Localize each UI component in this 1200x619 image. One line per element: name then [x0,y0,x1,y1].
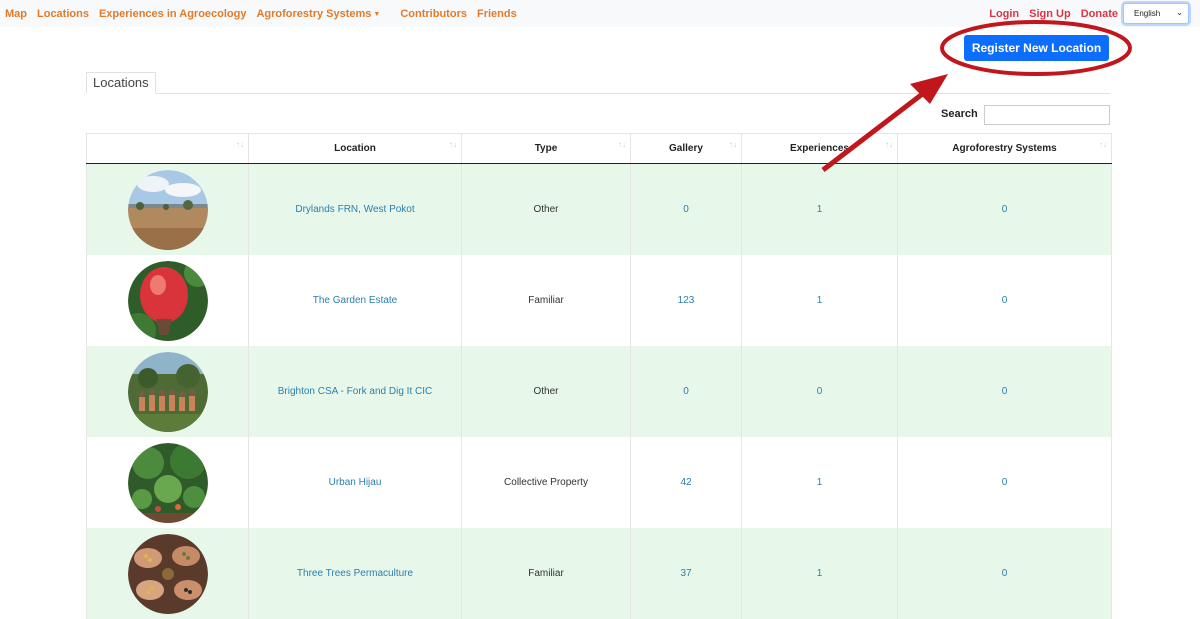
search-input[interactable] [984,105,1110,125]
experiences-cell: 1 [741,528,898,619]
nav-friends[interactable]: Friends [477,8,517,20]
chevron-down-icon: ⌄ [1176,8,1183,17]
systems-link[interactable]: 0 [1002,568,1008,579]
column-header-type[interactable]: Type ↑↓ [461,133,631,164]
tab-locations[interactable]: Locations [86,72,156,94]
systems-link[interactable]: 0 [1002,204,1008,215]
gallery-link[interactable]: 37 [680,568,691,579]
column-header-gallery[interactable]: Gallery ↑↓ [630,133,742,164]
location-link[interactable]: Brighton CSA - Fork and Dig It CIC [278,386,433,397]
nav-agroforestry-label: Agroforestry Systems [256,8,372,20]
nav-experiences[interactable]: Experiences in Agroecology [99,8,247,20]
column-header-agroforestry-systems[interactable]: Agroforestry Systems ↑↓ [897,133,1112,164]
column-header-experiences[interactable]: Experiences ↑↓ [741,133,898,164]
image-cell [86,346,249,437]
nav-contributors[interactable]: Contributors [400,8,467,20]
gallery-cell: 37 [630,528,742,619]
systems-link[interactable]: 0 [1002,386,1008,397]
table-row: Three Trees Permaculture Familiar 37 1 0 [86,528,1112,619]
nav-links: Map Locations Experiences in Agroecology Ag… [5,8,527,20]
location-cell: Drylands FRN, West Pokot [248,163,462,255]
search-label: Search [941,108,978,120]
type-cell: Collective Property [461,437,631,528]
systems-cell: 0 [897,163,1112,255]
login-link[interactable]: Login [989,8,1019,20]
table-row: Urban Hijau Collective Property 42 1 0 [86,437,1112,528]
systems-cell: 0 [897,528,1112,619]
gallery-link[interactable]: 0 [683,386,689,397]
signup-link[interactable]: Sign Up [1029,8,1071,20]
column-header-location[interactable]: Location ↑↓ [248,133,462,164]
location-cell: Urban Hijau [248,437,462,528]
gallery-link[interactable]: 0 [683,204,689,215]
sort-icon: ↑↓ [236,140,244,149]
language-select[interactable]: English ⌄ [1123,3,1189,24]
image-cell [86,528,249,619]
gallery-link[interactable]: 123 [678,295,695,306]
nav-map[interactable]: Map [5,8,27,20]
location-thumbnail-group-photo[interactable] [127,351,208,432]
table-row: The Garden Estate Familiar 123 1 0 [86,255,1112,346]
location-thumbnail-hands-seeds[interactable] [127,533,208,614]
location-thumbnail-dry-landscape[interactable] [127,169,208,250]
sort-icon: ↑↓ [618,140,626,149]
type-cell: Familiar [461,528,631,619]
location-link[interactable]: Urban Hijau [329,477,382,488]
location-link[interactable]: Three Trees Permaculture [297,568,413,579]
location-thumbnail-red-fruit[interactable] [127,260,208,341]
nav-auth-links: Login Sign Up Donate [979,8,1118,20]
table-row: Drylands FRN, West Pokot Other 0 1 0 [86,163,1112,255]
experiences-link[interactable]: 0 [817,386,823,397]
gallery-cell: 0 [630,346,742,437]
experiences-link[interactable]: 1 [817,568,823,579]
experiences-cell: 1 [741,163,898,255]
gallery-cell: 42 [630,437,742,528]
experiences-link[interactable]: 1 [817,295,823,306]
experiences-link[interactable]: 1 [817,204,823,215]
nav-locations[interactable]: Locations [37,8,89,20]
language-value: English [1134,9,1161,18]
systems-cell: 0 [897,437,1112,528]
location-thumbnail-garden[interactable] [127,442,208,523]
experiences-cell: 0 [741,346,898,437]
table-row: Brighton CSA - Fork and Dig It CIC Other… [86,346,1112,437]
nav-agroforestry-dropdown[interactable]: Agroforestry Systems ▼ [256,8,390,20]
navbar: Map Locations Experiences in Agroecology Ag… [0,0,1200,27]
location-link[interactable]: The Garden Estate [313,295,398,306]
type-cell: Other [461,346,631,437]
location-cell: The Garden Estate [248,255,462,346]
register-new-location-button[interactable]: Register New Location [964,35,1109,61]
image-cell [86,163,249,255]
systems-cell: 0 [897,346,1112,437]
table-header: ↑↓ Location ↑↓ Type ↑↓ Gallery ↑↓ Experienc… [86,133,1112,164]
experiences-link[interactable]: 1 [817,477,823,488]
systems-cell: 0 [897,255,1112,346]
image-cell [86,437,249,528]
type-cell: Familiar [461,255,631,346]
systems-link[interactable]: 0 [1002,295,1008,306]
donate-link[interactable]: Donate [1081,8,1118,20]
sort-icon: ↑↓ [729,140,737,149]
systems-link[interactable]: 0 [1002,477,1008,488]
column-header-image[interactable]: ↑↓ [86,133,249,164]
sort-icon: ↑↓ [885,140,893,149]
sort-icon: ↑↓ [1099,140,1107,149]
caret-down-icon: ▼ [373,10,381,18]
location-cell: Three Trees Permaculture [248,528,462,619]
gallery-cell: 123 [630,255,742,346]
location-cell: Brighton CSA - Fork and Dig It CIC [248,346,462,437]
tabs: Locations [86,72,1110,94]
experiences-cell: 1 [741,255,898,346]
image-cell [86,255,249,346]
gallery-link[interactable]: 42 [680,477,691,488]
locations-table: ↑↓ Location ↑↓ Type ↑↓ Gallery ↑↓ Experienc… [86,133,1112,619]
experiences-cell: 1 [741,437,898,528]
type-cell: Other [461,163,631,255]
gallery-cell: 0 [630,163,742,255]
sort-icon: ↑↓ [449,140,457,149]
location-link[interactable]: Drylands FRN, West Pokot [295,204,414,215]
